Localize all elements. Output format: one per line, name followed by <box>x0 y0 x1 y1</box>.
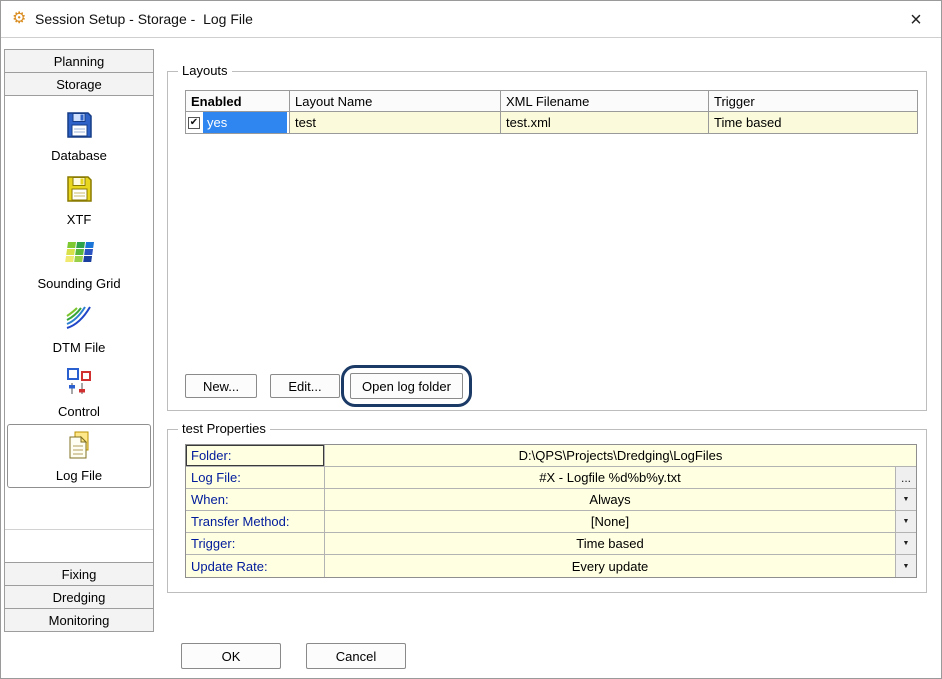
edit-button[interactable]: Edit... <box>270 374 340 398</box>
table-header-row: Enabled Layout Name XML Filename Trigger <box>186 91 918 112</box>
sidebar-item-label: XTF <box>67 212 92 227</box>
properties-group-label: test Properties <box>178 421 270 436</box>
column-header-enabled[interactable]: Enabled <box>186 91 290 112</box>
property-row-log-file: Log File: #X - Logfile %d%b%y.txt ... <box>186 467 916 489</box>
cell-layout-name[interactable]: test <box>290 112 501 134</box>
property-row-when: When: Always ▼ <box>186 489 916 511</box>
sidebar-item-label: Control <box>58 404 100 419</box>
column-header-trigger[interactable]: Trigger <box>709 91 918 112</box>
log-file-value[interactable]: #X - Logfile %d%b%y.txt <box>325 467 895 488</box>
cell-trigger[interactable]: Time based <box>709 112 918 134</box>
new-button[interactable]: New... <box>185 374 257 398</box>
cancel-button[interactable]: Cancel <box>306 643 406 669</box>
property-row-trigger: Trigger: Time based ▼ <box>186 533 916 555</box>
sidebar-item-label: Sounding Grid <box>37 276 120 291</box>
cell-enabled[interactable]: ✔ yes <box>186 112 290 134</box>
property-label: Update Rate: <box>186 555 325 577</box>
sidebar-item-label: DTM File <box>53 340 106 355</box>
property-row-folder: Folder: D:\QPS\Projects\Dredging\LogFile… <box>186 445 916 467</box>
update-rate-value[interactable]: Every update <box>325 555 895 577</box>
close-icon[interactable]: × <box>904 7 928 31</box>
test-properties-groupbox: test Properties Folder: D:\QPS\Projects\… <box>167 429 927 593</box>
sidebar-item-xtf[interactable]: XTF <box>5 168 153 232</box>
contour-fan-icon <box>63 301 95 336</box>
transfer-method-value[interactable]: [None] <box>325 511 895 532</box>
trigger-value[interactable]: Time based <box>325 533 895 554</box>
colored-grid-icon <box>63 237 95 272</box>
property-label: Log File: <box>186 467 325 488</box>
sidebar-item-dtm-file[interactable]: DTM File <box>5 296 153 360</box>
chevron-down-icon[interactable]: ▼ <box>895 555 916 577</box>
sidebar-empty-cell <box>5 488 153 530</box>
floppy-disk-blue-icon <box>63 109 95 144</box>
control-panel-icon <box>63 365 95 400</box>
sidebar-item-label: Log File <box>56 468 102 483</box>
open-log-folder-button[interactable]: Open log folder <box>350 373 463 399</box>
property-label: Trigger: <box>186 533 325 554</box>
table-row[interactable]: ✔ yes test test.xml Time based <box>186 112 918 134</box>
column-header-layout-name[interactable]: Layout Name <box>290 91 501 112</box>
cell-xml-filename[interactable]: test.xml <box>501 112 709 134</box>
checkbox-checked-icon[interactable]: ✔ <box>188 117 200 129</box>
ok-button[interactable]: OK <box>181 643 281 669</box>
sidebar-item-monitoring[interactable]: Monitoring <box>4 608 154 632</box>
sidebar-item-label: Database <box>51 148 107 163</box>
property-row-transfer-method: Transfer Method: [None] ▼ <box>186 511 916 533</box>
sidebar-item-fixing[interactable]: Fixing <box>4 562 154 586</box>
when-value[interactable]: Always <box>325 489 895 510</box>
sidebar-item-planning[interactable]: Planning <box>4 49 154 73</box>
sidebar-item-storage[interactable]: Storage <box>4 72 154 96</box>
layouts-group-label: Layouts <box>178 63 232 78</box>
property-label: Transfer Method: <box>186 511 325 532</box>
sidebar-item-control[interactable]: Control <box>5 360 153 424</box>
sidebar-item-log-file[interactable]: Log File <box>7 424 151 488</box>
property-label: Folder: <box>186 445 325 466</box>
chevron-down-icon[interactable]: ▼ <box>895 511 916 532</box>
titlebar: ⚙ Session Setup - Storage - Log File × <box>1 1 941 38</box>
layouts-groupbox: Layouts Enabled Layout Name XML Filename… <box>167 71 927 411</box>
gear-icon: ⚙ <box>12 9 26 29</box>
layouts-table: Enabled Layout Name XML Filename Trigger… <box>185 90 918 134</box>
folder-value[interactable]: D:\QPS\Projects\Dredging\LogFiles <box>325 445 916 466</box>
document-file-icon <box>63 429 95 464</box>
floppy-disk-yellow-icon <box>63 173 95 208</box>
sidebar: Planning Storage Database <box>4 49 154 632</box>
property-label: When: <box>186 489 325 510</box>
session-setup-window: ⚙ Session Setup - Storage - Log File × P… <box>0 0 942 679</box>
property-row-update-rate: Update Rate: Every update ▼ <box>186 555 916 577</box>
browse-button[interactable]: ... <box>895 467 916 488</box>
storage-icon-panel: Database XTF <box>4 95 154 563</box>
window-title: Session Setup - Storage - Log File <box>35 11 253 27</box>
chevron-down-icon[interactable]: ▼ <box>895 489 916 510</box>
enabled-value: yes <box>203 112 287 133</box>
sidebar-item-sounding-grid[interactable]: Sounding Grid <box>5 232 153 296</box>
sidebar-item-database[interactable]: Database <box>5 104 153 168</box>
column-header-xml-filename[interactable]: XML Filename <box>501 91 709 112</box>
chevron-down-icon[interactable]: ▼ <box>895 533 916 554</box>
sidebar-item-dredging[interactable]: Dredging <box>4 585 154 609</box>
properties-grid: Folder: D:\QPS\Projects\Dredging\LogFile… <box>185 444 917 578</box>
